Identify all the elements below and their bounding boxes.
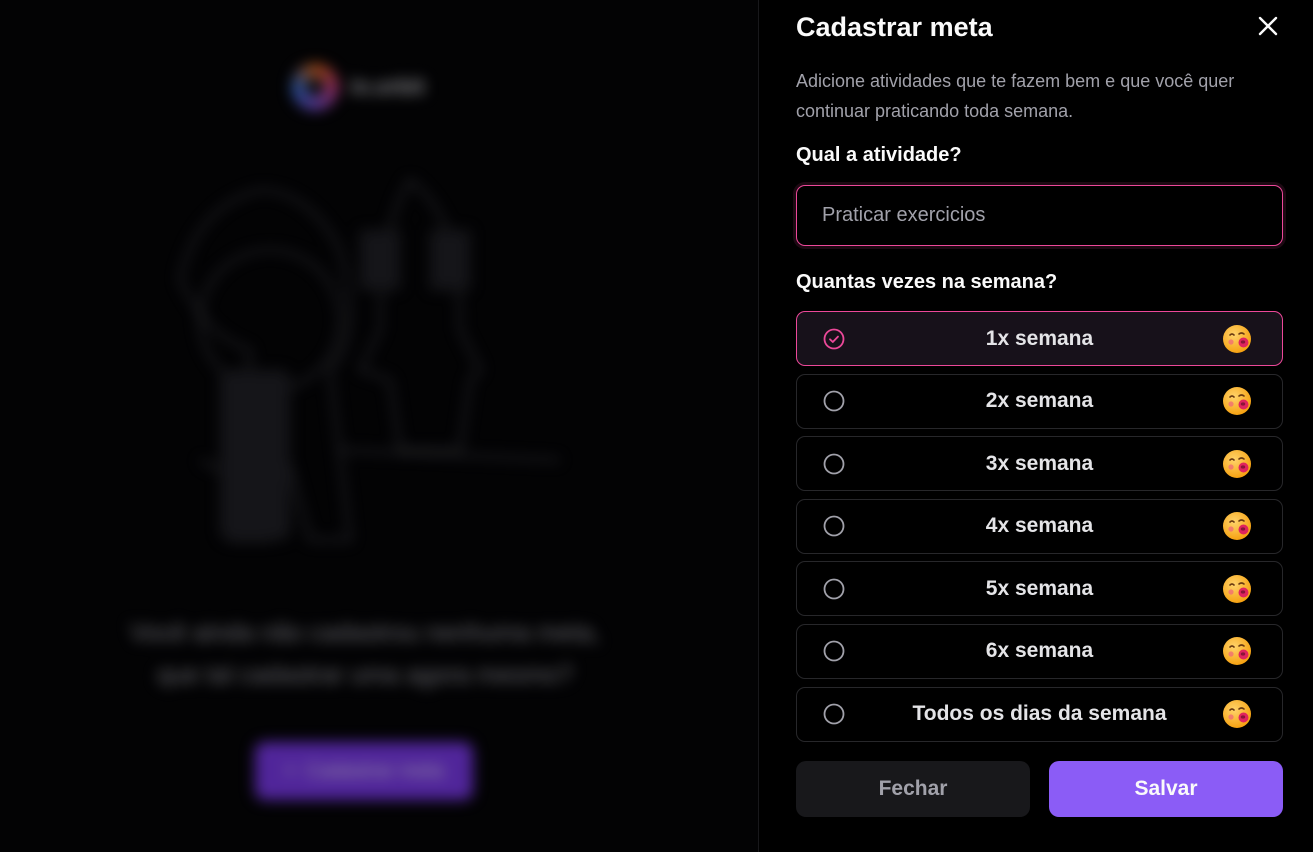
- activity-input[interactable]: [796, 185, 1283, 246]
- frequency-option-label: Todos os dias da semana: [912, 702, 1167, 726]
- frequency-option-label: 1x semana: [985, 326, 1094, 350]
- close-icon: [1258, 16, 1278, 36]
- create-goal-panel: Cadastrar meta Adicione atividades que t…: [758, 0, 1313, 852]
- frequency-option-label: 2x semana: [985, 389, 1094, 413]
- frequency-label: Quantas vezes na semana?: [796, 271, 1058, 293]
- kissing-face-emoji-icon: [1223, 700, 1251, 729]
- close-button[interactable]: Fechar: [796, 761, 1030, 817]
- kissing-face-emoji-icon: [1223, 574, 1251, 603]
- close-panel-button[interactable]: [1253, 11, 1283, 41]
- save-button[interactable]: Salvar: [1049, 761, 1283, 817]
- background-page: in.orbit Você ainda não cadastrou nenhum…: [0, 0, 758, 852]
- kissing-face-emoji-icon: [1223, 512, 1251, 541]
- frequency-option[interactable]: 3x semana: [796, 436, 1283, 492]
- frequency-option[interactable]: 5x semana: [796, 561, 1283, 617]
- overlay-dim: [0, 0, 758, 852]
- frequency-option-label: 3x semana: [985, 451, 1094, 475]
- frequency-option[interactable]: 6x semana: [796, 623, 1283, 679]
- kissing-face-emoji-icon: [1223, 324, 1251, 353]
- activity-label: Qual a atividade?: [796, 144, 962, 166]
- frequency-option[interactable]: Todos os dias da semana: [796, 686, 1283, 742]
- frequency-option[interactable]: 2x semana: [796, 373, 1283, 429]
- frequency-option[interactable]: 1x semana: [796, 311, 1283, 366]
- kissing-face-emoji-icon: [1223, 449, 1251, 478]
- frequency-option[interactable]: 4x semana: [796, 498, 1283, 554]
- kissing-face-emoji-icon: [1223, 387, 1251, 416]
- panel-description: Adicione atividades que te fazem bem e q…: [796, 71, 1235, 121]
- frequency-option-label: 4x semana: [985, 514, 1094, 538]
- panel-title: Cadastrar meta: [796, 12, 993, 42]
- kissing-face-emoji-icon: [1223, 637, 1251, 666]
- frequency-options: 1x semana 2x semana 3x semana 4x semana 5x s…: [796, 311, 1283, 749]
- frequency-option-label: 5x semana: [985, 576, 1094, 600]
- frequency-option-label: 6x semana: [985, 639, 1094, 663]
